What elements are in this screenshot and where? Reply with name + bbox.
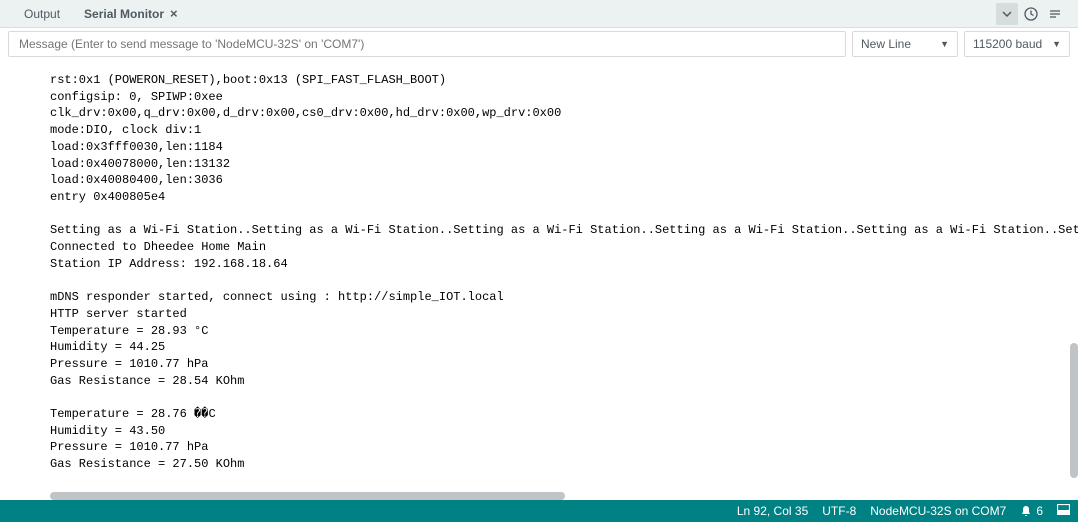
clear-icon: [1048, 7, 1062, 21]
notification-count: 6: [1036, 504, 1043, 518]
window-icon: [1057, 504, 1070, 518]
status-notifications[interactable]: 6: [1020, 504, 1043, 518]
message-input[interactable]: [8, 31, 846, 57]
tab-output-label: Output: [24, 7, 60, 21]
clock-icon: [1024, 7, 1038, 21]
expand-panel-button[interactable]: [996, 3, 1018, 25]
status-cursor[interactable]: Ln 92, Col 35: [737, 504, 808, 518]
tab-serial-monitor[interactable]: Serial Monitor ×: [72, 0, 190, 27]
horizontal-scrollbar[interactable]: [50, 492, 565, 500]
status-bar: Ln 92, Col 35 UTF-8 NodeMCU-32S on COM7 …: [0, 500, 1078, 522]
chevron-down-icon: ▼: [1052, 39, 1061, 49]
status-encoding[interactable]: UTF-8: [822, 504, 856, 518]
tab-output[interactable]: Output: [12, 1, 72, 27]
chevron-down-icon: [1001, 8, 1013, 20]
line-ending-value: New Line: [861, 37, 911, 51]
toggle-timestamp-button[interactable]: [1020, 3, 1042, 25]
line-ending-select[interactable]: New Line ▼: [852, 31, 958, 57]
baud-rate-value: 115200 baud: [973, 37, 1042, 51]
vertical-scrollbar[interactable]: [1070, 343, 1078, 478]
console-output[interactable]: rst:0x1 (POWERON_RESET),boot:0x13 (SPI_F…: [0, 60, 1078, 485]
baud-rate-select[interactable]: 115200 baud ▼: [964, 31, 1070, 57]
console-area: rst:0x1 (POWERON_RESET),boot:0x13 (SPI_F…: [0, 60, 1078, 500]
chevron-down-icon: ▼: [940, 39, 949, 49]
status-board[interactable]: NodeMCU-32S on COM7: [870, 504, 1006, 518]
tab-serial-monitor-label: Serial Monitor: [84, 7, 164, 21]
tab-bar: Output Serial Monitor ×: [0, 0, 1078, 28]
clear-output-button[interactable]: [1044, 3, 1066, 25]
close-icon[interactable]: ×: [170, 6, 178, 21]
bell-icon: [1020, 505, 1032, 517]
controls-row: New Line ▼ 115200 baud ▼: [0, 28, 1078, 60]
status-close-panel[interactable]: [1057, 504, 1070, 518]
